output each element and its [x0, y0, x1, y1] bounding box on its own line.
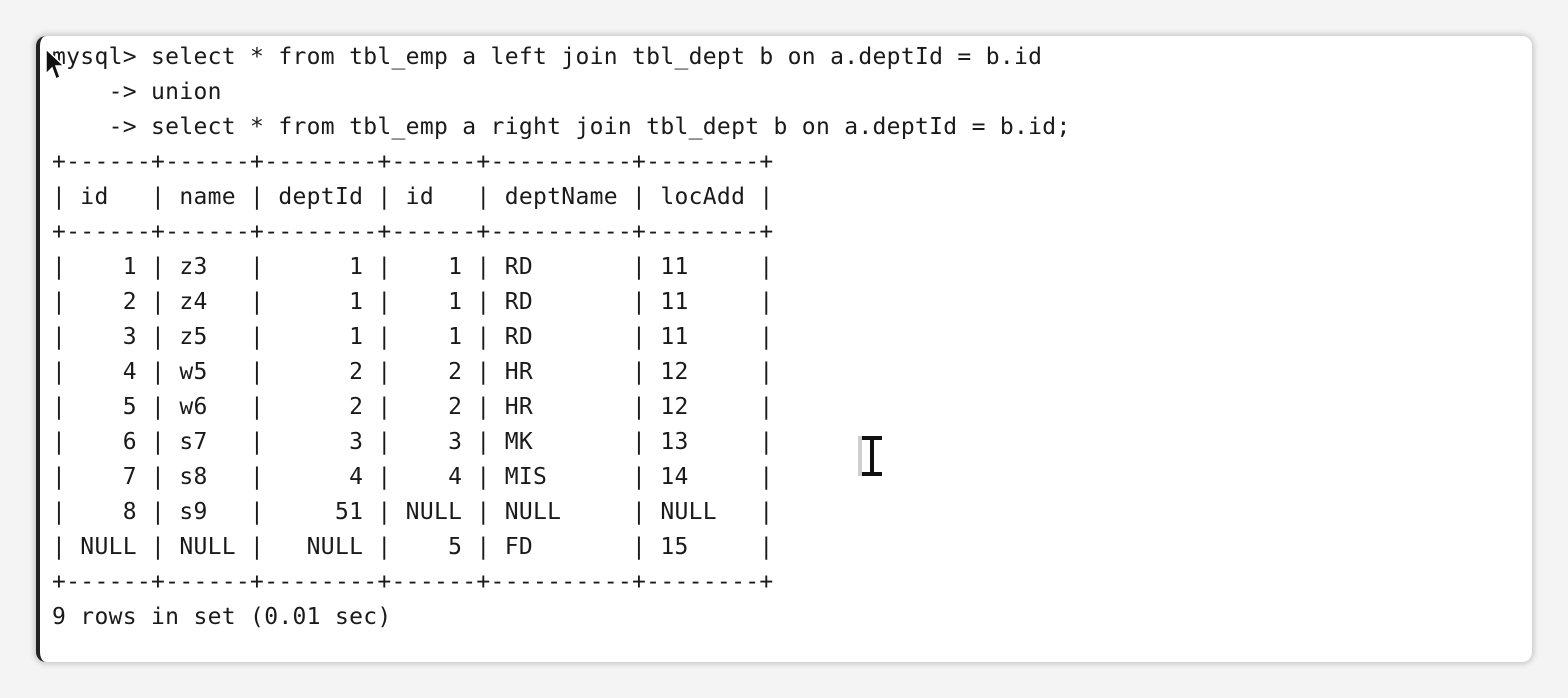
mysql-terminal-window[interactable]: mysql> select * from tbl_emp a left join…: [36, 36, 1532, 662]
arrow-pointer-icon: [45, 48, 66, 81]
terminal-output: mysql> select * from tbl_emp a left join…: [52, 40, 1071, 635]
sql-continuation-line-union: -> union: [52, 79, 222, 105]
table-row: | 5 | w6 | 2 | 2 | HR | 12 |: [52, 394, 774, 420]
table-row: | 1 | z3 | 1 | 1 | RD | 11 |: [52, 254, 774, 280]
table-row: | 3 | z5 | 1 | 1 | RD | 11 |: [52, 324, 774, 350]
table-border-header: +------+------+--------+------+---------…: [52, 219, 774, 245]
table-row: | 6 | s7 | 3 | 3 | MK | 13 |: [52, 429, 774, 455]
table-border-top: +------+------+--------+------+---------…: [52, 149, 774, 175]
result-summary: 9 rows in set (0.01 sec): [52, 604, 392, 630]
sql-prompt-line-1: mysql> select * from tbl_emp a left join…: [52, 44, 1043, 70]
table-row: | NULL | NULL | NULL | 5 | FD | 15 |: [52, 534, 774, 560]
table-border-bottom: +------+------+--------+------+---------…: [52, 569, 774, 595]
table-row: | 8 | s9 | 51 | NULL | NULL | NULL |: [52, 499, 774, 525]
table-row: | 2 | z4 | 1 | 1 | RD | 11 |: [52, 289, 774, 315]
table-row: | 7 | s8 | 4 | 4 | MIS | 14 |: [52, 464, 774, 490]
table-row: | 4 | w5 | 2 | 2 | HR | 12 |: [52, 359, 774, 385]
table-header-row: | id | name | deptId | id | deptName | l…: [52, 184, 774, 210]
sql-continuation-line-3: -> select * from tbl_emp a right join tb…: [52, 114, 1071, 140]
ibeam-cursor-icon: [858, 436, 882, 476]
